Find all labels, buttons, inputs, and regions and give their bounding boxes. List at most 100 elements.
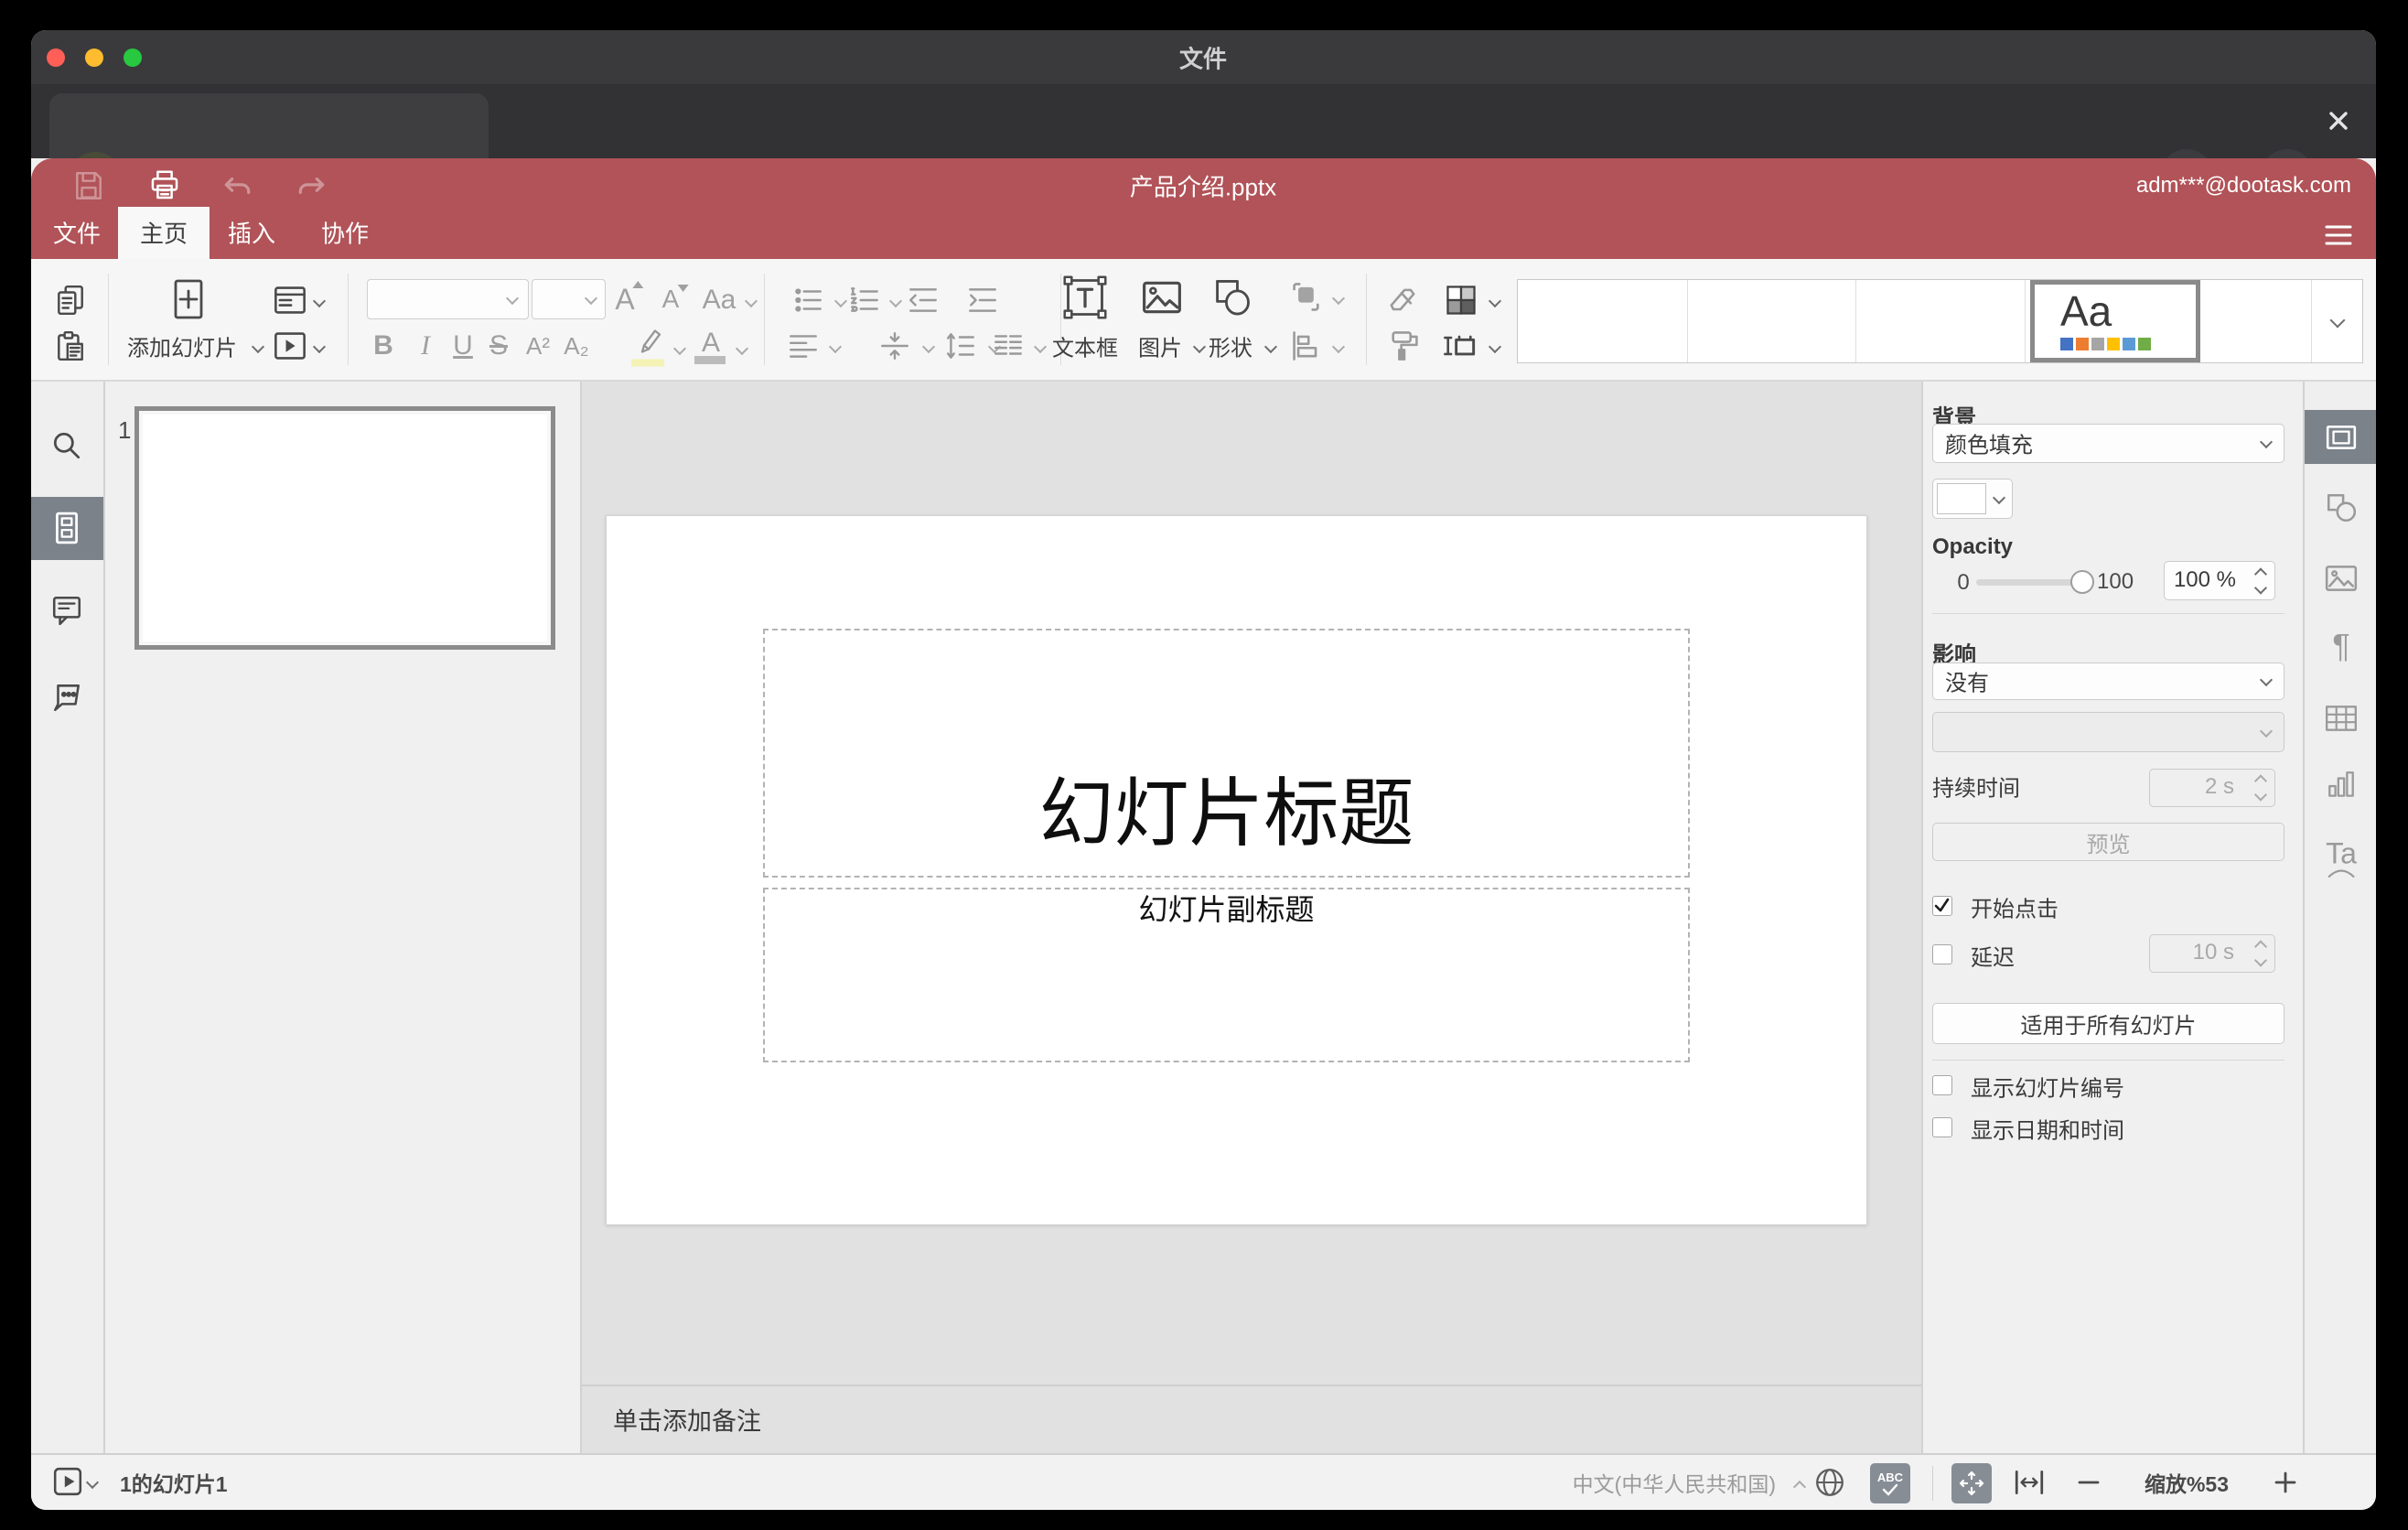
add-slide-icon[interactable] [169,278,208,322]
zoom-out-icon[interactable] [2077,1471,2101,1494]
bullet-list-icon[interactable] [792,284,825,317]
clear-style-icon[interactable] [1384,284,1421,317]
close-icon[interactable] [2324,106,2353,135]
theme-item[interactable] [1518,280,1687,362]
insert-image-label[interactable]: 图片 [1138,330,1182,362]
insert-shape-chevron-icon[interactable] [1263,339,1278,354]
globe-icon[interactable] [1813,1466,1846,1499]
comments-icon[interactable] [50,594,83,627]
start-slideshow-status-icon[interactable] [52,1466,83,1497]
insert-shape-icon[interactable] [1211,276,1253,318]
opacity-slider-track[interactable] [1976,579,2079,586]
copy-icon[interactable] [54,284,87,317]
insert-shape-label[interactable]: 形状 [1209,330,1252,362]
add-slide-chevron-icon[interactable] [251,339,265,354]
horizontal-align-icon[interactable] [787,329,820,362]
tab-home[interactable]: 主页 [140,216,188,250]
arrange-shapes-icon[interactable] [1289,280,1324,315]
delay-input[interactable]: 10 s [2149,934,2275,973]
search-icon[interactable] [50,429,83,462]
tab-insert[interactable]: 插入 [228,216,275,250]
apply-to-all-button[interactable]: 适用于所有幻灯片 [1932,1003,2284,1044]
subtitle-placeholder[interactable]: 幻灯片副标题 [763,888,1690,1062]
paragraph-settings-icon[interactable]: ¶ [2332,627,2349,665]
start-slideshow-icon[interactable] [273,329,307,362]
vertical-align-chevron-icon[interactable] [921,339,936,354]
vertical-align-icon[interactable] [878,329,911,362]
spellcheck-toggle[interactable]: ABC [1870,1463,1910,1503]
increase-font-button[interactable]: A [615,281,644,314]
strikethrough-button[interactable]: S [489,332,508,360]
tab-file[interactable]: 文件 [53,216,101,250]
insert-image-chevron-icon[interactable] [1192,339,1207,354]
slide-thumbnail-selected[interactable] [134,406,555,650]
effect-select[interactable]: 没有 [1932,663,2284,700]
line-spacing-icon[interactable] [944,329,977,362]
theme-item[interactable] [1856,280,2025,362]
paste-icon[interactable] [54,329,87,362]
subscript-button[interactable]: A₂ [564,334,588,358]
opacity-value-input[interactable]: 100 % [2164,561,2275,600]
decrease-indent-icon[interactable] [907,284,940,317]
font-color-button[interactable]: A [693,329,726,364]
save-icon[interactable] [72,169,105,202]
text-box-icon[interactable] [1062,275,1108,320]
columns-chevron-icon[interactable] [1033,339,1048,354]
bold-button[interactable]: B [373,332,393,360]
chart-settings-icon[interactable] [2325,769,2358,802]
minimize-traffic-light[interactable] [85,48,103,67]
font-name-select[interactable] [367,279,529,319]
duration-spinner[interactable] [2253,774,2268,802]
slide-layout-chevron-icon[interactable] [312,294,327,308]
start-slideshow-chevron-icon[interactable] [312,339,327,354]
slide-settings-icon[interactable] [2325,421,2358,454]
table-settings-icon[interactable] [2324,703,2359,734]
slide-canvas[interactable]: 幻灯片标题 幻灯片副标题 [582,382,1921,1385]
add-slide-button[interactable]: 添加幻灯片 [127,330,237,362]
numbered-list-icon[interactable] [849,284,882,317]
slide-size-chevron-icon[interactable] [1488,339,1502,354]
theme-item[interactable] [1688,280,1855,362]
delay-spinner[interactable] [2253,940,2268,967]
change-case-button[interactable]: Aa [703,286,736,314]
menu-icon[interactable] [2325,223,2352,247]
copy-style-icon[interactable] [1387,329,1422,363]
align-shapes-icon[interactable] [1289,329,1324,363]
highlight-chevron-icon[interactable] [672,341,687,356]
opacity-spinner[interactable] [2253,566,2268,595]
zoom-in-icon[interactable] [2274,1471,2297,1494]
tab-collaboration[interactable]: 协作 [321,216,369,250]
superscript-button[interactable]: A² [526,334,550,358]
horizontal-align-chevron-icon[interactable] [828,339,843,354]
fit-to-width-icon[interactable] [2013,1468,2046,1497]
slide-layout-icon[interactable] [273,284,307,317]
show-date-checkbox[interactable] [1932,1117,1952,1137]
numbered-list-chevron-icon[interactable] [888,294,903,308]
bullet-list-chevron-icon[interactable] [833,294,848,308]
change-case-chevron-icon[interactable] [744,294,758,308]
underline-button[interactable]: U [453,332,473,360]
effect-type-select-disabled[interactable] [1932,712,2284,752]
color-scheme-chevron-icon[interactable] [1488,294,1502,308]
image-settings-icon[interactable] [2324,562,2359,595]
arrange-shapes-chevron-icon[interactable] [1331,291,1346,306]
text-art-settings-icon[interactable]: Ta [2326,837,2357,878]
duration-input[interactable]: 2 s [2149,769,2275,807]
font-color-chevron-icon[interactable] [735,341,749,356]
preview-button[interactable]: 预览 [1932,823,2284,861]
theme-item-selected[interactable]: Aa [2030,280,2200,362]
fit-to-slide-toggle[interactable] [1951,1463,1992,1503]
slide[interactable]: 幻灯片标题 幻灯片副标题 [606,515,1867,1225]
theme-gallery-chevron-icon[interactable] [2329,312,2346,329]
language-selector[interactable]: 中文(中华人民共和国) [1573,1467,1776,1498]
zoom-traffic-light[interactable] [124,48,142,67]
title-placeholder[interactable]: 幻灯片标题 [763,629,1690,878]
decrease-font-button[interactable]: A [662,285,689,312]
font-size-select[interactable] [532,279,606,319]
undo-icon[interactable] [220,170,253,203]
align-shapes-chevron-icon[interactable] [1331,339,1346,354]
chat-icon[interactable] [50,681,83,714]
highlight-color-button[interactable] [631,326,664,367]
insert-image-icon[interactable] [1141,278,1183,317]
print-icon[interactable] [148,169,182,203]
